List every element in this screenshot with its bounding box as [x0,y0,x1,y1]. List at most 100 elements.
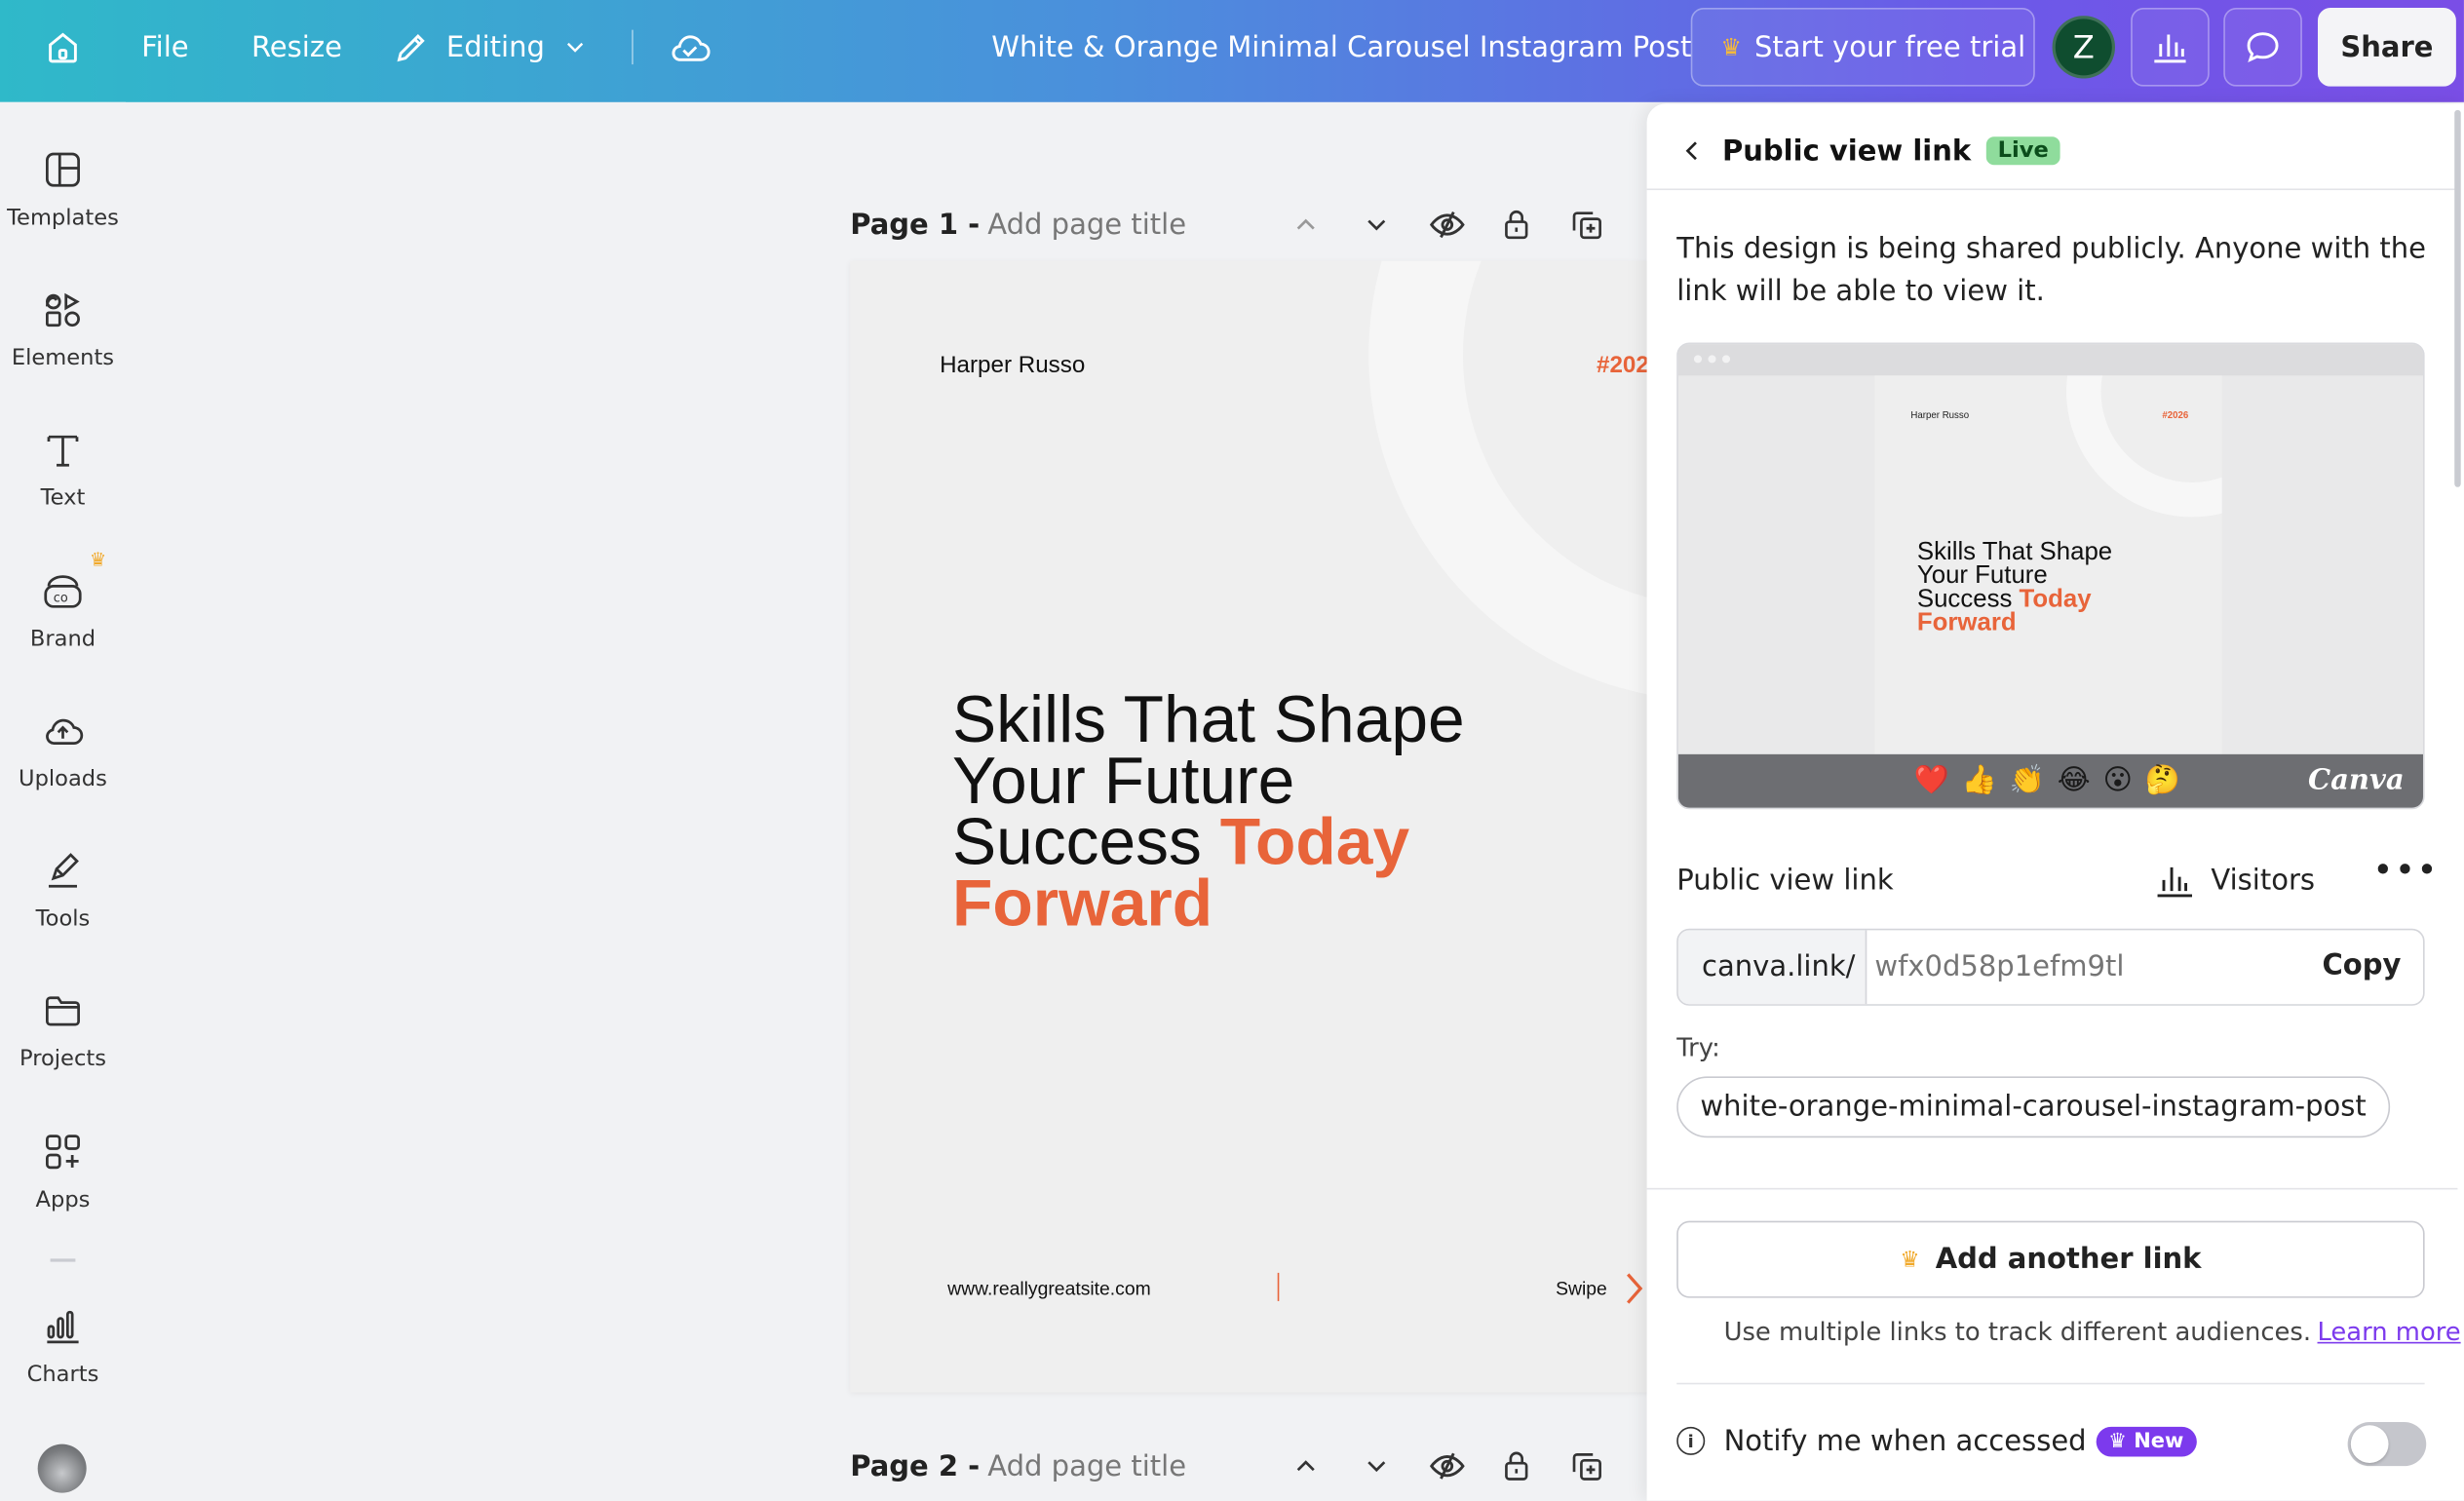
more-options-icon[interactable]: ••• [2372,852,2439,891]
preview-design-page: Harper Russo #2026 Skills That Shape You… [1874,375,2222,754]
move-page-up-button[interactable] [1284,203,1328,247]
share-button[interactable]: Share [2317,8,2456,87]
visitors-button[interactable]: Visitors [2154,861,2315,899]
preview-line-3: Success Today [1917,587,2112,612]
try-label: Try: [1676,1032,1720,1062]
panel-divider [1646,1187,2458,1190]
bar-chart-icon [2157,866,2193,898]
sidebar-item-brand[interactable]: ♛ co Brand [0,549,126,653]
comment-icon [2247,32,2279,62]
preview-browser-bar [1677,344,2424,376]
design-hashtag[interactable]: #202 [1597,352,1649,378]
editing-mode-menu[interactable]: Editing [393,0,589,95]
design-website-url[interactable]: www.reallygreatsite.com [947,1278,1151,1300]
sidebar-item-tools[interactable]: Tools [0,847,126,932]
add-another-link-button[interactable]: ♛ Add another link [1676,1220,2425,1298]
trial-label: Start your free trial [1753,30,2026,64]
left-sidebar: Templates Elements Text ♛ co Brand Uploa… [0,101,126,1501]
preview-reaction-bar: ❤️ 👍 👏 😂 😮 🤔 Canva [1677,753,2424,808]
page-2-header: Page 2 - Add page title [850,1444,1186,1488]
save-status-button[interactable] [667,0,713,95]
link-prefix: canva.link/ [1677,930,1867,1005]
panel-divider [1676,1382,2425,1385]
user-avatar[interactable]: Z [2052,16,2116,79]
design-headline[interactable]: Skills That Shape Your Future Success To… [952,686,1465,936]
crown-icon: ♛ [89,548,107,571]
arrow-right-icon [1627,1273,1643,1304]
lock-page-button[interactable] [1494,1444,1538,1488]
sidebar-item-label: Elements [11,345,115,371]
sidebar-item-label: Brand [29,627,96,653]
duplicate-page-button[interactable] [1565,1444,1609,1488]
preview-hashtag: #2026 [2162,411,2189,422]
lock-icon [1505,1451,1528,1481]
page-2-title-input[interactable]: Add page title [987,1449,1186,1482]
notify-toggle[interactable] [2347,1422,2427,1467]
page-1-header: Page 1 - Add page title [850,203,1186,247]
topbar-divider [632,29,634,65]
duplicate-page-button[interactable] [1565,203,1609,247]
sidebar-item-uploads[interactable]: Uploads [0,707,126,792]
chevron-down-icon [566,42,583,53]
design-divider-line [1277,1272,1280,1301]
sidebar-item-projects[interactable]: Projects [0,986,126,1072]
move-page-up-button[interactable] [1284,1444,1328,1488]
info-icon[interactable]: i [1676,1426,1706,1455]
comments-button[interactable] [2223,8,2302,87]
preview-headline: Skills That Shape Your Future Success To… [1916,540,2112,635]
move-page-down-button[interactable] [1355,203,1399,247]
insights-button[interactable] [2131,8,2210,87]
design-swipe-text[interactable]: Swipe [1556,1278,1607,1300]
page-2-label: Page 2 - [850,1449,981,1483]
cloud-upload-icon [39,707,86,753]
resize-menu[interactable]: Resize [251,0,342,95]
sidebar-item-label: Uploads [19,766,107,792]
decorative-arc [1368,260,1668,702]
design-title[interactable]: White & Orange Minimal Carousel Instagra… [991,0,1691,95]
editing-label: Editing [445,30,545,64]
hide-page-button[interactable] [1425,1444,1469,1488]
link-field: canva.link/ Copy [1676,928,2425,1006]
home-button[interactable] [34,0,91,95]
eye-slash-icon [1429,211,1465,239]
move-page-down-button[interactable] [1355,1444,1399,1488]
public-link-label: Public view link [1676,863,1894,897]
chevron-down-icon [1367,1461,1386,1473]
lock-icon [1505,210,1528,240]
sidebar-app-avatar[interactable] [37,1443,87,1493]
hide-page-button[interactable] [1425,203,1469,247]
page-1-title-input[interactable]: Add page title [987,209,1186,242]
sidebar-item-templates[interactable]: Templates [0,146,126,231]
add-link-label: Add another link [1935,1243,2202,1277]
public-link-row: Public view link Visitors ••• [1676,852,2437,902]
clap-emoji-icon: 👏 [2009,763,2045,797]
eye-slash-icon [1429,1452,1465,1480]
public-view-link-panel: Public view link Live This design is bei… [1646,103,2464,1501]
file-menu[interactable]: File [141,0,189,95]
canva-logo: Canva [2307,763,2405,797]
copy-link-button[interactable]: Copy [2323,949,2402,982]
sidebar-item-apps[interactable]: Apps [0,1129,126,1213]
elements-icon [39,286,86,332]
headline-orange-text: Today [1219,804,1410,879]
panel-scrollbar[interactable] [2454,109,2461,487]
preview-line-2: Your Future [1916,562,2048,590]
learn-more-link[interactable]: Learn more [2318,1317,2461,1347]
text-icon [39,426,86,473]
bar-chart-icon [2154,34,2186,63]
notify-label: Notify me when accessed [1723,1424,2087,1458]
back-arrow-icon[interactable] [1678,136,1707,165]
brand-icon: co [39,567,86,614]
sidebar-item-charts[interactable]: Charts [0,1303,126,1388]
lock-page-button[interactable] [1494,203,1538,247]
thinking-emoji-icon: 🤔 [2144,763,2180,797]
design-page-1[interactable]: Harper Russo #202 Skills That Shape Your… [850,260,1668,1393]
surprised-emoji-icon: 😮 [2102,763,2133,797]
suggested-slug-chip[interactable]: white-orange-minimal-carousel-instagram-… [1676,1076,2390,1138]
sidebar-item-text[interactable]: Text [0,426,126,511]
link-slug-input[interactable] [1874,943,2299,990]
start-trial-button[interactable]: ♛ Start your free trial [1690,8,2035,87]
design-author-name[interactable]: Harper Russo [940,352,1085,378]
sidebar-item-label: Projects [19,1046,106,1072]
sidebar-item-elements[interactable]: Elements [0,286,126,370]
